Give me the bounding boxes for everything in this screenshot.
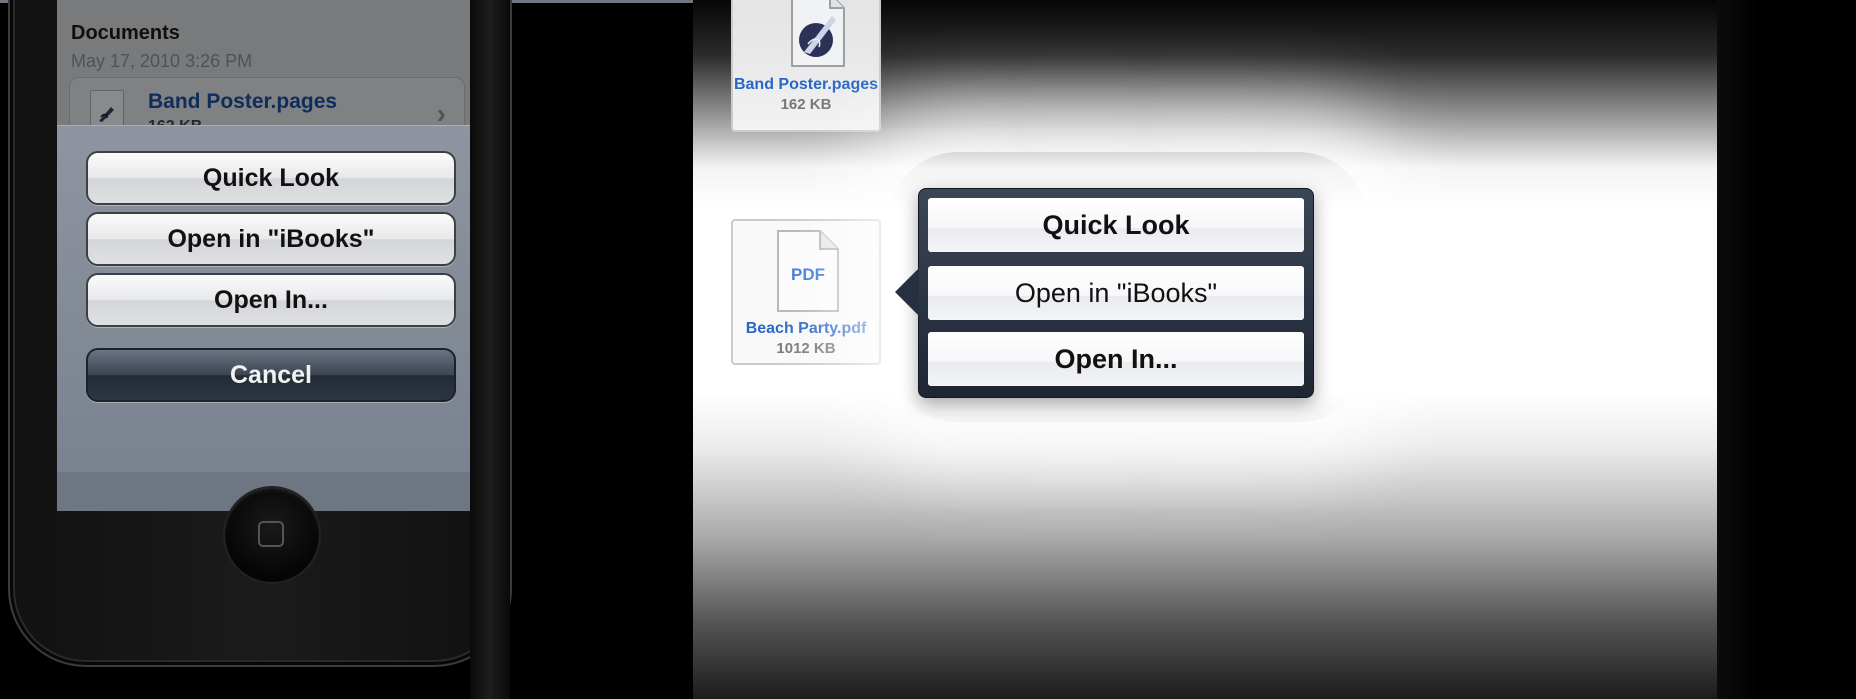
quick-look-button[interactable]: Quick Look xyxy=(928,198,1304,252)
file-tile-beach-party[interactable]: PDF Beach Party.pdf 1012 KB xyxy=(731,219,881,365)
popover-arrow xyxy=(895,268,919,316)
pdf-badge: PDF xyxy=(791,265,825,284)
open-in-button[interactable]: Open In... xyxy=(86,273,456,327)
ipad-bezel-edge xyxy=(1717,0,1856,699)
file-tile-size: 162 KB xyxy=(780,96,832,113)
file-tile-name: Band Poster.pages xyxy=(733,76,879,93)
file-tile-size: 1012 KB xyxy=(776,340,836,357)
cancel-button[interactable]: Cancel xyxy=(86,348,456,402)
open-in-ibooks-button[interactable]: Open in "iBooks" xyxy=(928,266,1304,320)
iphone-bezel-edge xyxy=(470,0,510,699)
quick-look-button[interactable]: Quick Look xyxy=(86,151,456,205)
home-button[interactable] xyxy=(225,488,319,582)
pages-document-icon xyxy=(791,0,845,67)
file-tile-band-poster[interactable]: Band Poster.pages 162 KB xyxy=(731,0,881,132)
file-tile-name: Beach Party.pdf xyxy=(745,320,867,337)
open-in-button[interactable]: Open In... xyxy=(928,332,1304,386)
open-with-popover: Quick Look Open in "iBooks" Open In... xyxy=(895,188,1314,398)
pdf-document-icon: PDF xyxy=(776,229,840,313)
iphone-device: Documents May 17, 2010 3:26 PM Band Post… xyxy=(8,0,512,667)
open-in-ibooks-button[interactable]: Open in "iBooks" xyxy=(86,212,456,266)
home-square-icon xyxy=(258,521,284,547)
action-sheet: Quick Look Open in "iBooks" Open In... C… xyxy=(57,125,485,511)
dim-overlay xyxy=(57,0,485,125)
iphone-screen: Documents May 17, 2010 3:26 PM Band Post… xyxy=(57,0,485,511)
